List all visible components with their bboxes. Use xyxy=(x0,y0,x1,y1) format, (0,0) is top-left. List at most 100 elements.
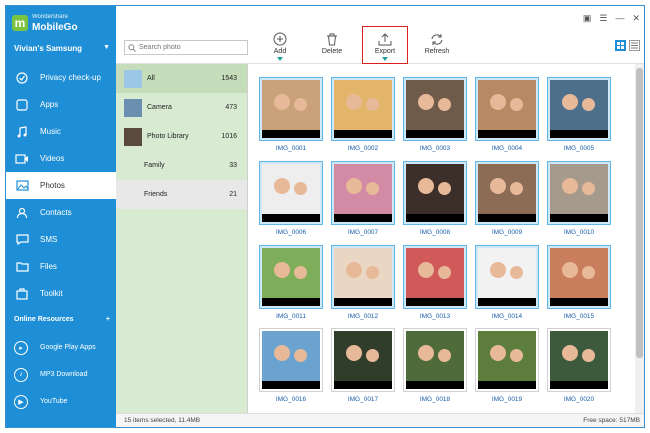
grid-view-icon[interactable] xyxy=(615,40,626,51)
photo-item[interactable]: IMG_0002 xyxy=(331,77,395,152)
photo-thumbnail-frame[interactable] xyxy=(547,161,611,225)
photo-thumbnail-frame[interactable] xyxy=(475,161,539,225)
sidebar-item-youtube[interactable]: ▶ YouTube xyxy=(6,388,116,415)
sidebar-item-label: MP3 Download xyxy=(40,371,88,378)
photo-thumbnail xyxy=(478,248,536,306)
photo-item[interactable]: IMG_0006 xyxy=(259,161,323,236)
export-button[interactable]: Export xyxy=(362,26,408,64)
photo-thumbnail xyxy=(334,248,392,306)
sidebar: m Wondershare MobileGo Vivian's Samsung … xyxy=(6,6,116,427)
photo-thumbnail-frame[interactable] xyxy=(331,77,395,141)
list-view-icon[interactable] xyxy=(629,40,640,51)
search-input[interactable] xyxy=(139,44,239,51)
sidebar-item-google-play[interactable]: ▸ Google Play Apps xyxy=(6,334,116,361)
album-all[interactable]: All 1543 xyxy=(116,64,247,93)
minimize-icon[interactable]: — xyxy=(615,13,624,24)
sidebar-item-videos[interactable]: Videos xyxy=(6,145,116,172)
photo-thumbnail-frame[interactable] xyxy=(331,328,395,392)
album-all-icon xyxy=(124,69,142,88)
photo-thumbnail-frame[interactable] xyxy=(403,328,467,392)
photo-thumbnail xyxy=(478,80,536,138)
photo-subject xyxy=(562,94,578,110)
photo-name: IMG_0015 xyxy=(563,313,595,320)
photo-item[interactable]: IMG_0018 xyxy=(403,328,467,403)
photo-item[interactable]: IMG_0004 xyxy=(475,77,539,152)
sidebar-item-files[interactable]: Files xyxy=(6,253,116,280)
photo-thumbnail-frame[interactable] xyxy=(547,77,611,141)
device-selector[interactable]: Vivian's Samsung ▼ xyxy=(14,44,110,53)
photo-name: IMG_0019 xyxy=(491,396,523,403)
photo-thumbnail-frame[interactable] xyxy=(547,245,611,309)
photo-thumbnail-frame[interactable] xyxy=(403,161,467,225)
photo-thumbnail-frame[interactable] xyxy=(403,245,467,309)
photo-thumbnail-frame[interactable] xyxy=(403,77,467,141)
photo-item[interactable]: IMG_0001 xyxy=(259,77,323,152)
photo-thumbnail-frame[interactable] xyxy=(259,245,323,309)
album-friends[interactable]: Friends 21 xyxy=(116,180,247,209)
sidebar-item-sms[interactable]: SMS xyxy=(6,226,116,253)
photo-item[interactable]: IMG_0012 xyxy=(331,245,395,320)
grid-scrollbar[interactable] xyxy=(635,64,644,413)
close-icon[interactable]: ✕ xyxy=(632,13,640,24)
album-count: 33 xyxy=(229,162,237,169)
photo-item[interactable]: IMG_0020 xyxy=(547,328,611,403)
photo-thumbnail-frame[interactable] xyxy=(331,161,395,225)
photo-subject xyxy=(562,262,578,278)
photo-item[interactable]: IMG_0008 xyxy=(403,161,467,236)
sidebar-item-label: Music xyxy=(40,127,61,136)
photo-item[interactable]: IMG_0014 xyxy=(475,245,539,320)
photo-item[interactable]: IMG_0003 xyxy=(403,77,467,152)
photo-item[interactable]: IMG_0010 xyxy=(547,161,611,236)
add-icon[interactable]: + xyxy=(106,316,110,323)
photo-letterbox xyxy=(478,130,536,138)
scrollbar-thumb[interactable] xyxy=(636,68,643,358)
sidebar-item-label: Photos xyxy=(40,181,65,190)
photo-item[interactable]: IMG_0016 xyxy=(259,328,323,403)
photo-thumbnail-frame[interactable] xyxy=(331,245,395,309)
sidebar-item-contacts[interactable]: Contacts xyxy=(6,199,116,226)
album-photo-library[interactable]: Photo Library 1016 xyxy=(116,122,247,151)
photo-item[interactable]: IMG_0015 xyxy=(547,245,611,320)
photo-item[interactable]: IMG_0017 xyxy=(331,328,395,403)
sidebar-item-toolkit[interactable]: Toolkit xyxy=(6,280,116,307)
photo-item[interactable]: IMG_0019 xyxy=(475,328,539,403)
album-list: All 1543 Camera 473 Photo Library 1016 F… xyxy=(116,64,248,413)
album-name: Friends xyxy=(144,191,168,198)
search-box[interactable] xyxy=(124,40,248,55)
photo-subject xyxy=(346,94,362,110)
delete-button[interactable]: Delete xyxy=(309,31,355,66)
photo-subject xyxy=(510,266,523,279)
device-name: Vivian's Samsung xyxy=(14,44,83,53)
album-camera[interactable]: Camera 473 xyxy=(116,93,247,122)
photo-thumbnail-frame[interactable] xyxy=(475,77,539,141)
photo-item[interactable]: IMG_0013 xyxy=(403,245,467,320)
photo-name: IMG_0016 xyxy=(275,396,307,403)
photo-item[interactable]: IMG_0011 xyxy=(259,245,323,320)
online-resources-header: Online Resources + xyxy=(14,316,110,323)
photo-thumbnail xyxy=(406,80,464,138)
photo-thumbnail-frame[interactable] xyxy=(259,161,323,225)
album-name: Photo Library xyxy=(147,133,189,140)
sidebar-item-apps[interactable]: Apps xyxy=(6,91,116,118)
sidebar-item-music[interactable]: Music xyxy=(6,118,116,145)
sidebar-item-privacy[interactable]: Privacy check-up xyxy=(6,64,116,91)
sidebar-item-photos[interactable]: Photos xyxy=(6,172,116,199)
album-count: 1543 xyxy=(221,75,237,82)
menu-icon[interactable]: ☰ xyxy=(599,13,607,24)
album-family[interactable]: Family 33 xyxy=(116,151,247,180)
photo-item[interactable]: IMG_0009 xyxy=(475,161,539,236)
photo-item[interactable]: IMG_0007 xyxy=(331,161,395,236)
photo-thumbnail-frame[interactable] xyxy=(475,328,539,392)
photo-thumbnail-frame[interactable] xyxy=(259,328,323,392)
photo-thumbnail-frame[interactable] xyxy=(475,245,539,309)
photo-letterbox xyxy=(550,298,608,306)
photo-thumbnail-frame[interactable] xyxy=(259,77,323,141)
add-button[interactable]: Add xyxy=(257,31,303,66)
refresh-button[interactable]: Refresh xyxy=(414,31,460,66)
photo-subject xyxy=(366,349,379,362)
sidebar-item-mp3-download[interactable]: ♪ MP3 Download xyxy=(6,361,116,388)
album-name: Family xyxy=(144,162,165,169)
photo-item[interactable]: IMG_0005 xyxy=(547,77,611,152)
feedback-icon[interactable]: ▣ xyxy=(583,13,592,24)
photo-thumbnail-frame[interactable] xyxy=(547,328,611,392)
